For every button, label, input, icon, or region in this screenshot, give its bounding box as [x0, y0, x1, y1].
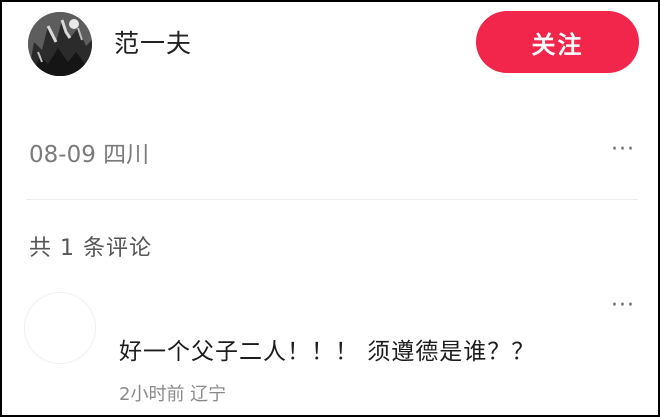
- author-avatar-image: [28, 12, 92, 76]
- author-name[interactable]: 范一夫: [114, 24, 192, 60]
- comment-count: 共 1 条评论: [29, 236, 152, 261]
- comment-text: 好一个父子二人！！！ 须遵德是谁？？: [119, 339, 536, 365]
- post-date-location: 08-09 四川: [29, 142, 150, 168]
- comment-time-location: 2小时前 辽宁: [119, 384, 227, 405]
- commenter-avatar[interactable]: [24, 292, 96, 364]
- post-more-icon[interactable]: ···: [611, 139, 635, 161]
- author-avatar[interactable]: [28, 12, 92, 76]
- follow-button[interactable]: 关注: [476, 11, 639, 73]
- comment-page: 范一夫 关注 08-09 四川 ··· 共 1 条评论 ··· 好一个父子二人！…: [0, 0, 660, 417]
- comment-more-icon[interactable]: ···: [611, 295, 635, 317]
- divider: [26, 199, 638, 200]
